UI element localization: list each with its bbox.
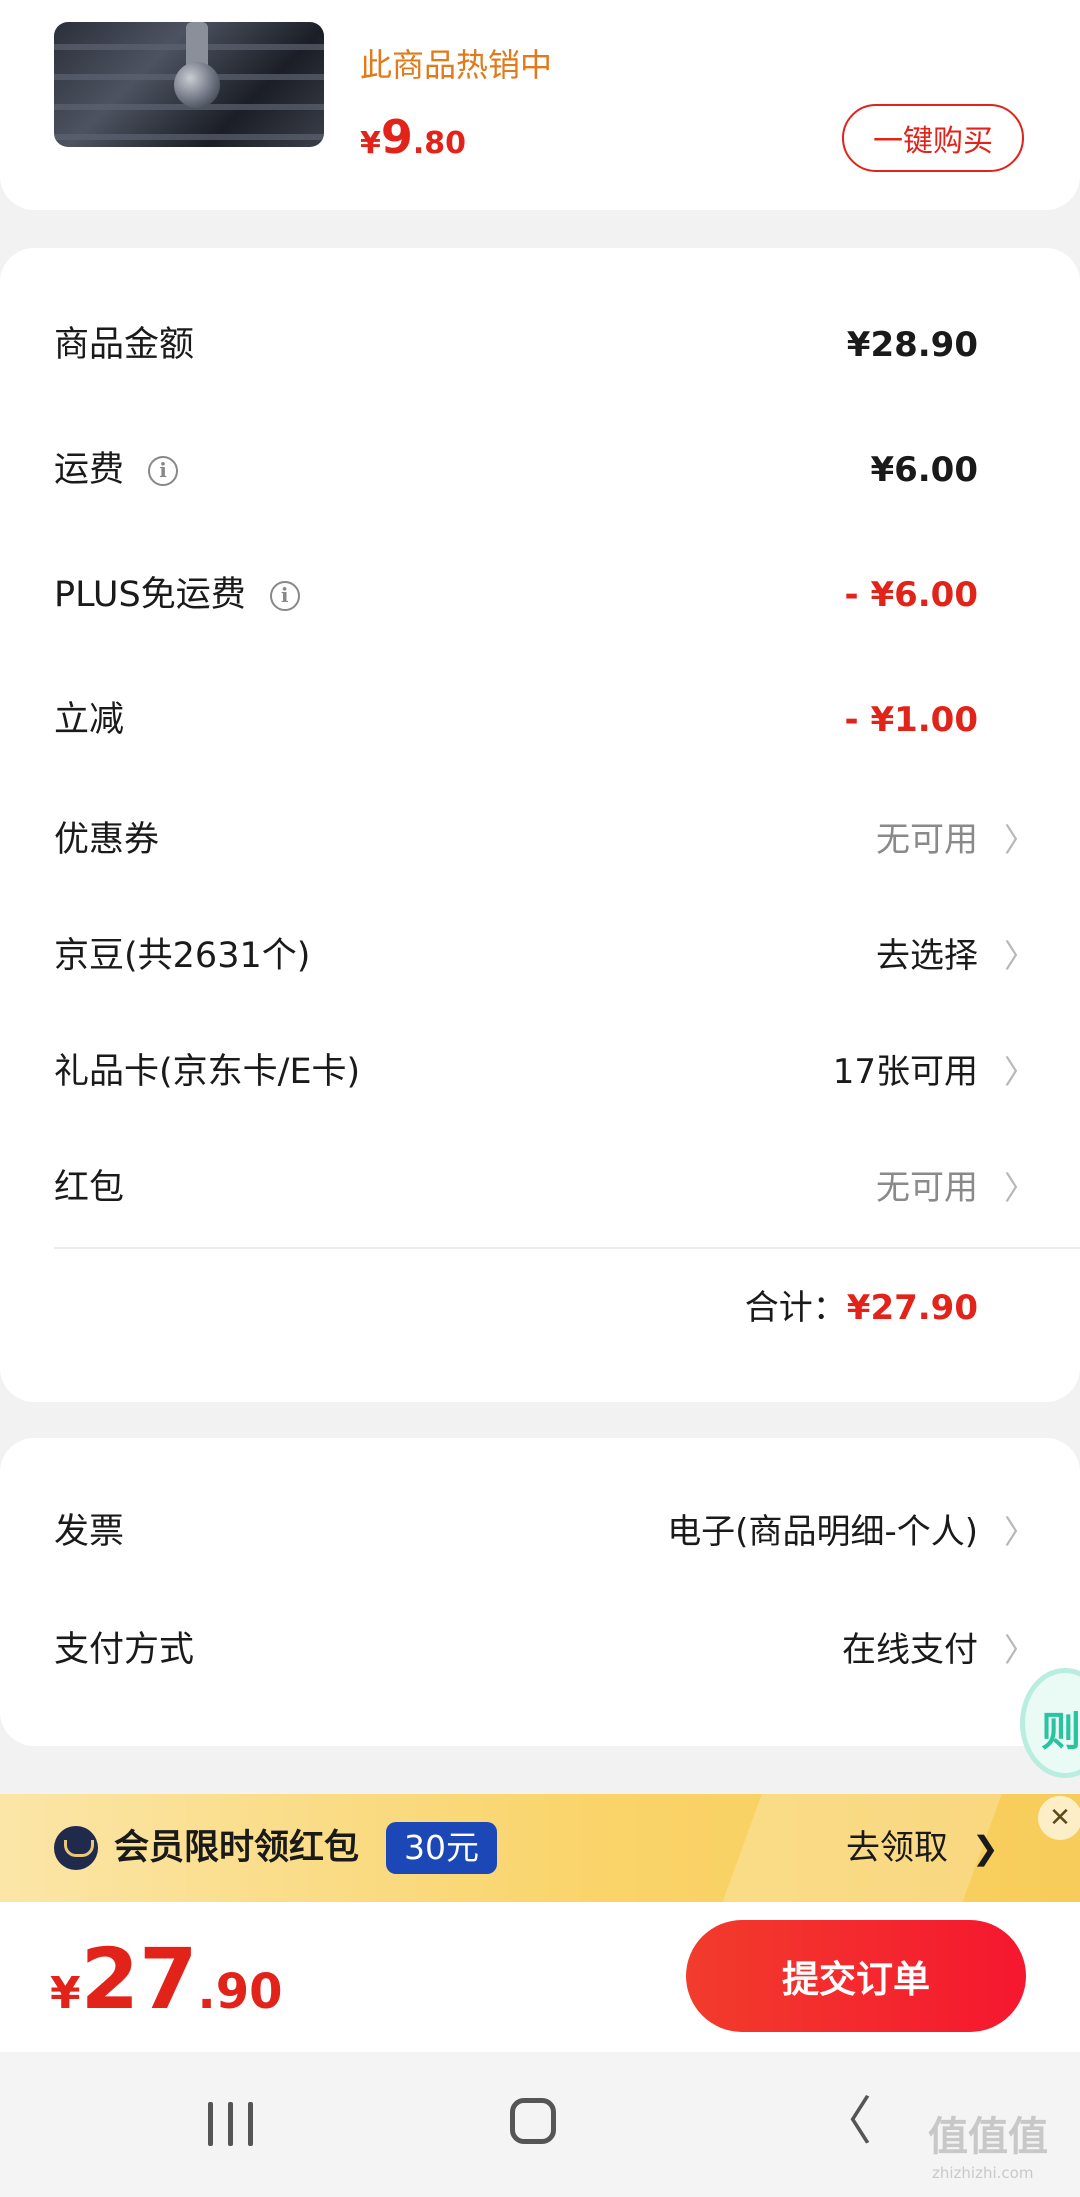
- price-integer: 9: [380, 110, 413, 164]
- chevron-right-icon: 〉: [1004, 1631, 1037, 1669]
- info-icon[interactable]: i: [148, 456, 179, 486]
- summary-label: 优惠券: [54, 820, 160, 860]
- price-summary-card: 商品金额 ¥28.90 运费 i ¥6.00 PLUS免运费 i - ¥6.00 立…: [0, 248, 1080, 1402]
- chevron-right-icon: 〉: [1004, 937, 1037, 975]
- chevron-right-icon: 〉: [1004, 1513, 1037, 1551]
- invoice-value: 电子(商品明细-个人): [667, 1512, 978, 1552]
- close-icon[interactable]: ✕: [1038, 1796, 1080, 1840]
- summary-row-shipping: 运费 i ¥6.00: [54, 440, 1024, 500]
- summary-value: ¥28.90: [846, 325, 978, 365]
- floating-icon-glyph: 则: [1041, 1709, 1080, 1755]
- summary-row-plus-free-shipping: PLUS免运费 i - ¥6.00: [54, 565, 1024, 625]
- summary-value: 无可用: [876, 1168, 978, 1208]
- chevron-right-icon: 〉: [1004, 821, 1037, 859]
- summary-value: ¥6.00: [870, 450, 978, 490]
- summary-label: 红包: [54, 1168, 125, 1208]
- summary-label: 立减: [54, 700, 125, 740]
- summary-row-goods-amount: 商品金额 ¥28.90: [54, 315, 1024, 375]
- order-total: 合计：¥27.90: [745, 1278, 978, 1338]
- checkout-currency: ¥: [50, 1968, 81, 2019]
- summary-label: 礼品卡(京东卡/E卡): [54, 1052, 361, 1092]
- submit-order-button[interactable]: 提交订单: [686, 1920, 1026, 2032]
- summary-row-jingdou[interactable]: 京豆(共2631个) 去选择 〉: [54, 926, 1037, 986]
- invoice-label: 发票: [54, 1512, 125, 1552]
- home-icon[interactable]: [510, 2098, 556, 2144]
- summary-value: - ¥6.00: [844, 575, 979, 615]
- hot-selling-label: 此商品热销中: [360, 46, 553, 84]
- chevron-right-icon: 〉: [1004, 1169, 1037, 1207]
- chevron-right-icon: ❯: [972, 1829, 999, 1867]
- recent-apps-icon[interactable]: [208, 2102, 256, 2146]
- summary-row-gift-card[interactable]: 礼品卡(京东卡/E卡) 17张可用 〉: [54, 1042, 1037, 1102]
- banner-amount-badge: 30元: [386, 1822, 497, 1874]
- total-label: 合计：: [744, 1288, 847, 1328]
- payment-method-row[interactable]: 支付方式 在线支付 〉: [54, 1620, 1037, 1680]
- watermark-url: zhizhizhi.com: [932, 2164, 1034, 2182]
- price-currency: ¥: [360, 126, 381, 161]
- system-nav-bar: 〈: [0, 2052, 1080, 2197]
- summary-label: 商品金额: [54, 325, 195, 365]
- summary-value: 无可用: [876, 820, 978, 860]
- divider: [54, 1247, 1080, 1249]
- checkout-integer: 27: [80, 1930, 198, 2028]
- back-icon[interactable]: 〈: [820, 2096, 872, 2148]
- watermark: 值值值 zhizhizhi.com: [928, 2104, 1078, 2194]
- summary-value: 去选择: [876, 936, 978, 976]
- product-price: ¥9.80: [360, 110, 466, 164]
- member-red-packet-banner[interactable]: 会员限时领红包 30元 去领取 ❯: [0, 1794, 1080, 1902]
- banner-text: 会员限时领红包: [114, 1828, 360, 1868]
- info-icon[interactable]: i: [269, 581, 300, 611]
- payment-value: 在线支付: [842, 1630, 978, 1670]
- checkout-decimal: .90: [197, 1964, 283, 2020]
- checkout-bar: ¥27.90 提交订单: [0, 1902, 1080, 2052]
- summary-label: 京豆(共2631个): [54, 936, 311, 976]
- price-decimal: .80: [412, 126, 467, 161]
- summary-row-red-packet[interactable]: 红包 无可用 〉: [54, 1158, 1037, 1218]
- total-value: ¥27.90: [846, 1288, 978, 1328]
- claim-link[interactable]: 去领取: [846, 1822, 948, 1874]
- payment-label: 支付方式: [54, 1630, 195, 1670]
- summary-value: - ¥1.00: [844, 700, 979, 740]
- product-thumbnail[interactable]: [54, 22, 324, 147]
- summary-label: PLUS免运费: [54, 575, 246, 615]
- summary-row-instant-discount: 立减 - ¥1.00: [54, 690, 1024, 750]
- checkout-total-price: ¥27.90: [50, 1930, 283, 2028]
- plus-member-icon: [54, 1826, 98, 1870]
- one-click-buy-button[interactable]: 一键购买: [842, 104, 1024, 172]
- summary-row-coupon[interactable]: 优惠券 无可用 〉: [54, 810, 1037, 870]
- summary-value: 17张可用: [832, 1052, 978, 1092]
- product-card: 此商品热销中 ¥9.80 一键购买: [0, 0, 1080, 210]
- watermark-text: 值值值: [928, 2114, 1048, 2160]
- invoice-payment-card: 发票 电子(商品明细-个人) 〉 支付方式 在线支付 〉: [0, 1438, 1080, 1746]
- invoice-row[interactable]: 发票 电子(商品明细-个人) 〉: [54, 1502, 1037, 1562]
- chevron-right-icon: 〉: [1004, 1053, 1037, 1091]
- summary-label: 运费: [54, 450, 125, 490]
